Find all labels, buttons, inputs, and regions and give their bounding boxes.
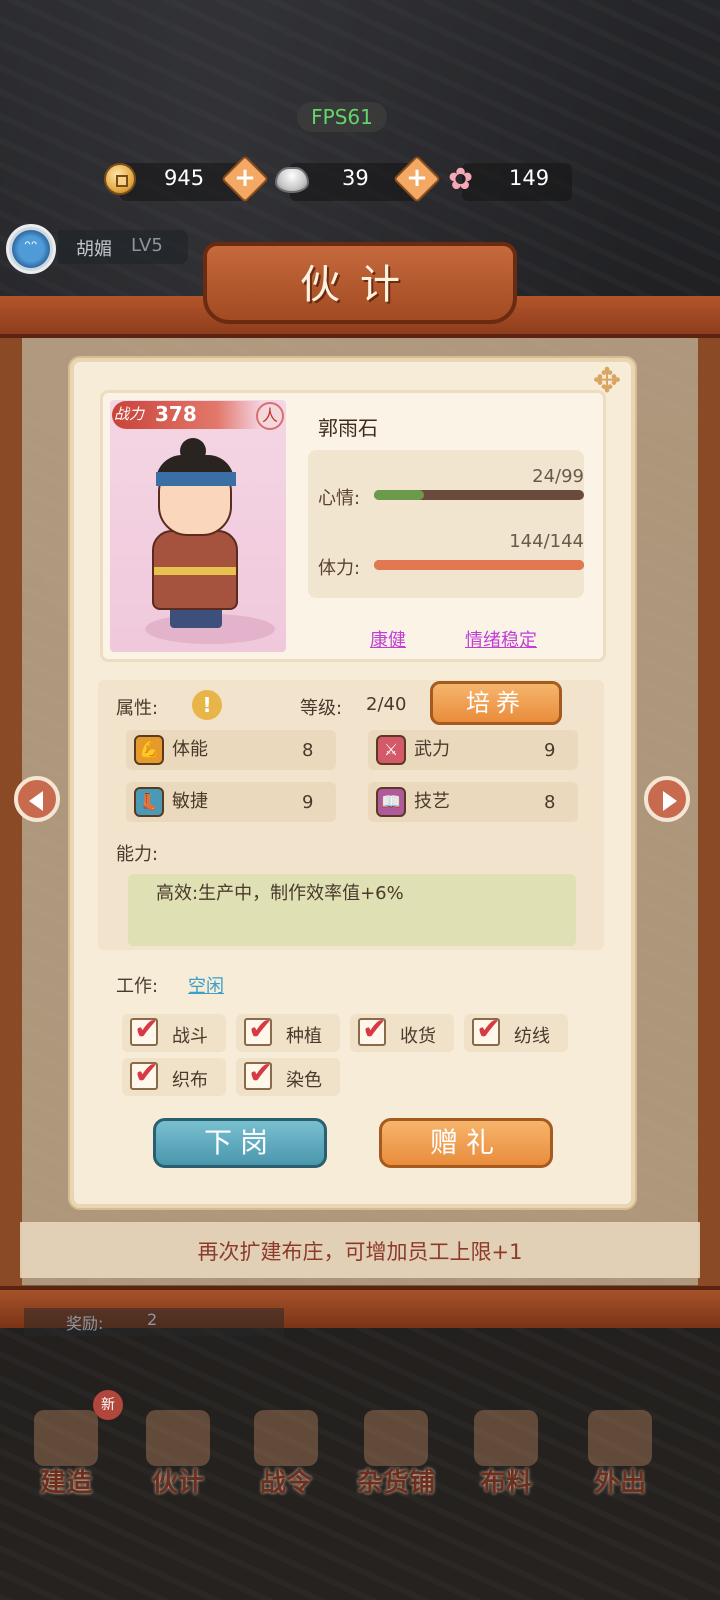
attr-name: 武力 [414, 739, 450, 760]
coin-icon [104, 163, 136, 195]
job-dyeing[interactable]: 染色 [236, 1056, 340, 1096]
character-belt [154, 567, 236, 575]
mood-bar [374, 490, 584, 500]
boot-icon: 👢 [134, 787, 164, 817]
mood-label: 心情: [318, 488, 361, 509]
sword-icon: ⚔ [376, 735, 406, 765]
gift-button[interactable]: 赠礼 [379, 1118, 553, 1168]
character-headband [156, 472, 236, 486]
coin-amount: 945 [164, 166, 205, 190]
stamina-bar [374, 560, 584, 570]
checkbox-checked[interactable] [358, 1012, 387, 1047]
level-value: 2/40 [366, 694, 407, 715]
flower-amount: 149 [509, 166, 550, 190]
fps-counter: FPS61 [297, 102, 387, 132]
attr-value: 9 [544, 740, 556, 761]
work-label: 工作: [116, 976, 159, 997]
checkbox-checked[interactable] [244, 1056, 273, 1091]
stamina-value: 144/144 [509, 531, 584, 552]
trait-stable-emotion[interactable]: 情绪稳定 [465, 626, 537, 652]
nav-battle-pass[interactable]: 战令 [236, 1410, 336, 1498]
job-receiving[interactable]: 收货 [350, 1012, 454, 1052]
nav-fabric[interactable]: 布料 [456, 1410, 556, 1498]
mood-value: 24/99 [532, 466, 584, 487]
power-value: 378 [155, 402, 197, 426]
workers-icon [146, 1410, 210, 1466]
nav-outing[interactable]: 外出 [570, 1410, 670, 1498]
checkbox-checked[interactable] [472, 1012, 501, 1047]
nav-label: 布料 [479, 1468, 532, 1498]
job-weaving[interactable]: 织布 [122, 1056, 226, 1096]
train-button[interactable]: 培养 [430, 681, 562, 725]
frame-left-post [0, 330, 22, 1300]
job-label: 染色 [286, 1070, 322, 1091]
arm-icon: 💪 [134, 735, 164, 765]
attr-name: 体能 [172, 739, 208, 760]
attribute-label: 属性: [116, 698, 159, 719]
reward-label: 奖励: [66, 1314, 104, 1333]
power-label: 战力 [114, 405, 145, 423]
battle-pass-icon [254, 1410, 318, 1466]
panel-title: 伙计 [300, 262, 420, 308]
job-label: 种植 [286, 1026, 322, 1047]
reward-value: 2 [147, 1310, 158, 1329]
job-combat[interactable]: 战斗 [122, 1012, 226, 1052]
nav-label: 战令 [259, 1468, 312, 1498]
book-icon: 📖 [376, 787, 406, 817]
attr-name: 技艺 [414, 791, 450, 812]
plus-icon: + [406, 163, 428, 193]
attr-name: 敏捷 [172, 791, 208, 812]
stamina-label: 体力: [318, 558, 361, 579]
work-status[interactable]: 空闲 [188, 972, 224, 998]
expand-tip-text: 再次扩建布庄，可增加员工上限+1 [197, 1240, 523, 1264]
store-icon [364, 1410, 428, 1466]
fabric-book-icon [474, 1410, 538, 1466]
level-label: 等级: [300, 698, 343, 719]
silver-amount: 39 [342, 166, 369, 190]
frame-right-post [698, 330, 720, 1300]
attr-value: 8 [544, 792, 556, 813]
job-label: 织布 [172, 1070, 208, 1091]
mood-bar-fill [374, 490, 425, 500]
nav-store[interactable]: 杂货铺 [346, 1410, 446, 1498]
player-level: LV5 [131, 235, 163, 256]
attr-value: 8 [302, 740, 314, 761]
player-avatar[interactable] [6, 224, 56, 274]
nav-label: 伙计 [151, 1468, 204, 1498]
attr-value: 9 [302, 792, 314, 813]
job-label: 纺线 [514, 1026, 550, 1047]
prev-worker-arrow[interactable] [14, 776, 60, 822]
checkbox-checked[interactable] [130, 1056, 159, 1091]
nav-label: 外出 [593, 1468, 646, 1498]
job-planting[interactable]: 种植 [236, 1012, 340, 1052]
outing-icon [588, 1410, 652, 1466]
build-icon [34, 1410, 98, 1466]
rank-badge: 人 [256, 402, 284, 430]
ability-label: 能力: [116, 844, 159, 865]
job-label: 战斗 [172, 1026, 208, 1047]
dismiss-button[interactable]: 下岗 [153, 1118, 327, 1168]
nav-label: 杂货铺 [356, 1468, 435, 1498]
next-worker-arrow[interactable] [644, 776, 690, 822]
trait-healthy[interactable]: 康健 [370, 626, 406, 652]
nav-build[interactable]: 建造 [16, 1410, 116, 1498]
player-name: 胡媚 [76, 239, 112, 260]
flower-icon: ✿ [448, 162, 474, 197]
attribute-info-icon[interactable]: ! [192, 690, 222, 720]
stamina-bar-fill [374, 560, 584, 570]
checkbox-checked[interactable] [130, 1012, 159, 1047]
ability-text: 高效:生产中，制作效率值+6% [156, 883, 404, 904]
nav-label: 建造 [39, 1468, 92, 1498]
character-hair-bun [180, 438, 206, 464]
job-label: 收货 [400, 1026, 436, 1047]
checkbox-checked[interactable] [244, 1012, 273, 1047]
nav-workers[interactable]: 伙计 [128, 1410, 228, 1498]
hero-name: 郭雨石 [318, 416, 378, 440]
silver-ingot-icon [275, 167, 309, 193]
plus-icon: + [234, 163, 256, 193]
job-spinning[interactable]: 纺线 [464, 1012, 568, 1052]
